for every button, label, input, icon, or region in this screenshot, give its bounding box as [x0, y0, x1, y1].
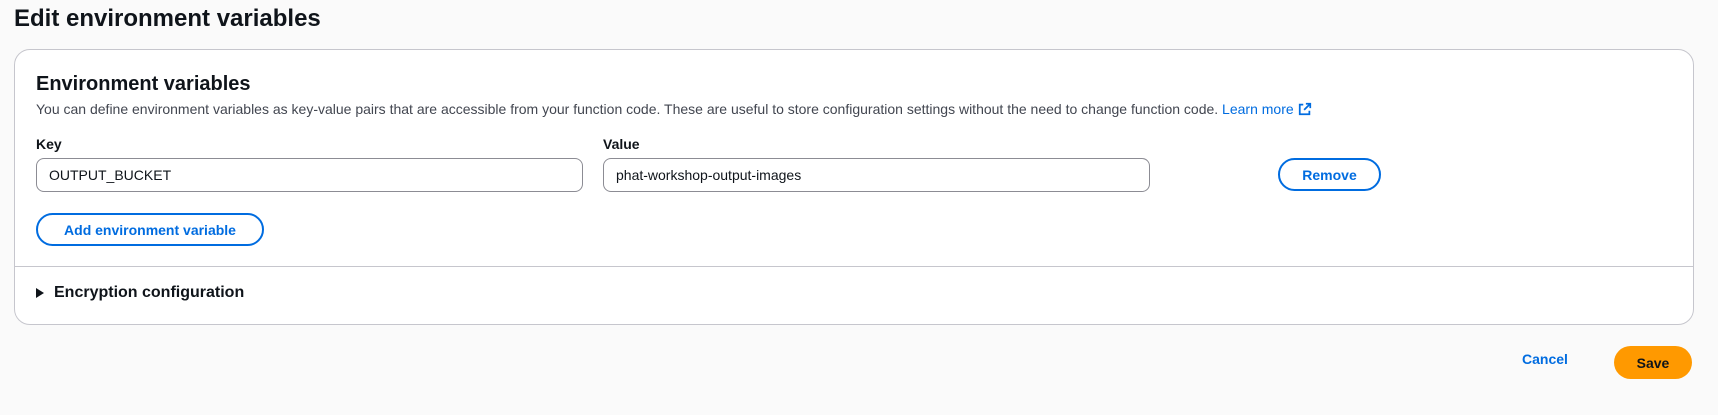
add-environment-variable-button[interactable]: Add environment variable	[36, 213, 264, 246]
cancel-button[interactable]: Cancel	[1522, 351, 1568, 367]
value-input[interactable]	[603, 158, 1150, 192]
section-description: You can define environment variables as …	[36, 100, 1312, 118]
description-text: You can define environment variables as …	[36, 101, 1219, 117]
encryption-configuration-label: Encryption configuration	[54, 284, 245, 301]
section-title: Environment variables	[36, 73, 251, 95]
environment-variables-panel: Environment variables You can define env…	[14, 49, 1694, 325]
divider	[15, 266, 1693, 267]
save-button[interactable]: Save	[1614, 346, 1692, 379]
key-label: Key	[36, 136, 62, 152]
learn-more-label: Learn more	[1222, 101, 1294, 117]
remove-button[interactable]: Remove	[1278, 158, 1381, 191]
encryption-configuration-expander[interactable]: Encryption configuration	[36, 283, 244, 303]
value-label: Value	[603, 136, 640, 152]
learn-more-link[interactable]: Learn more	[1222, 101, 1312, 117]
page: Edit environment variables Environment v…	[0, 0, 1718, 415]
page-title: Edit environment variables	[14, 5, 321, 32]
caret-right-icon	[36, 288, 44, 298]
key-input[interactable]	[36, 158, 583, 192]
external-link-icon	[1298, 102, 1311, 116]
